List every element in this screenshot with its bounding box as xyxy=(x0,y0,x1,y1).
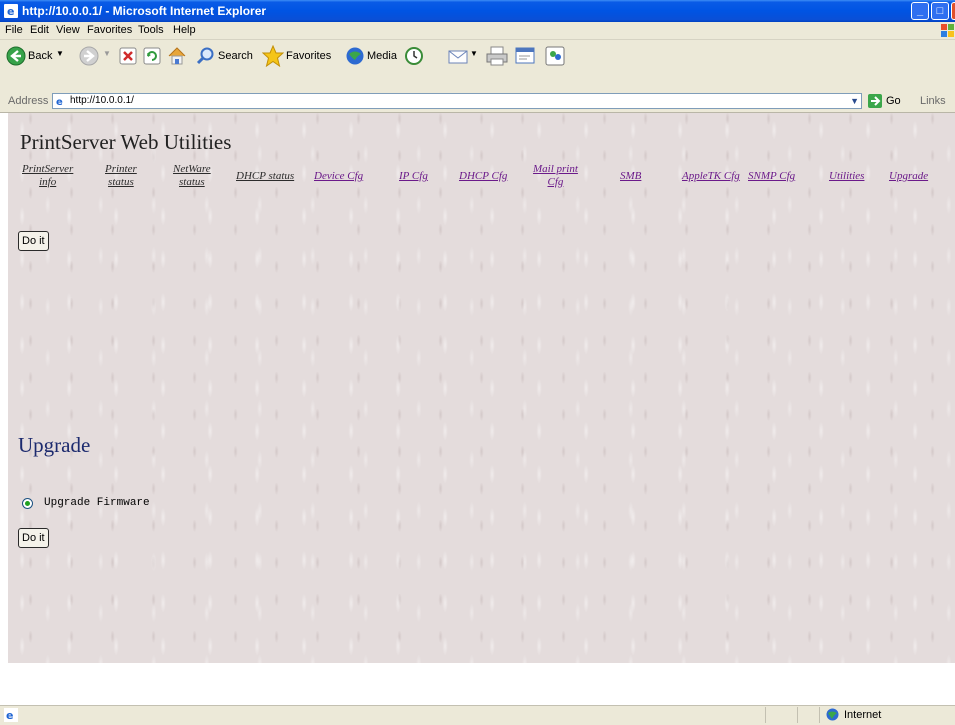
do-it-button[interactable]: Do it xyxy=(18,231,49,251)
standard-toolbar: Back ▼ ▼ Search Favorites Media ▼ xyxy=(0,40,955,93)
svg-text:e: e xyxy=(56,97,63,107)
nav-link-snmp-cfg[interactable]: SNMP Cfg xyxy=(748,170,795,183)
nav-label: IP Cfg xyxy=(399,170,428,182)
menu-edit[interactable]: Edit xyxy=(30,24,49,36)
menu-help[interactable]: Help xyxy=(173,24,196,36)
nav-label: PrintServer xyxy=(22,163,74,175)
links-label[interactable]: Links xyxy=(920,95,946,107)
nav-label: Upgrade xyxy=(889,170,929,182)
menu-favorites[interactable]: Favorites xyxy=(87,24,132,36)
print-icon[interactable] xyxy=(486,46,508,66)
status-cell xyxy=(797,707,818,723)
upgrade-heading: Upgrade xyxy=(18,433,91,457)
nav-label: Cfg xyxy=(547,176,564,188)
edit-icon[interactable] xyxy=(515,46,535,66)
address-dropdown-icon[interactable]: ▼ xyxy=(850,94,859,108)
go-arrow-icon[interactable] xyxy=(868,94,882,108)
home-icon[interactable] xyxy=(167,46,187,66)
globe-icon xyxy=(826,708,839,721)
nav-label: DHCP status xyxy=(236,170,295,182)
svg-text:e: e xyxy=(6,709,13,722)
go-button[interactable]: Go xyxy=(886,95,901,107)
nav-label: Printer xyxy=(105,163,137,175)
forward-dropdown-icon[interactable]: ▼ xyxy=(103,49,111,58)
back-dropdown-icon[interactable]: ▼ xyxy=(56,49,64,58)
nav-label: info xyxy=(39,176,57,188)
nav-link-device-cfg[interactable]: Device Cfg xyxy=(314,170,363,183)
page-title: PrintServer Web Utilities xyxy=(20,130,232,154)
address-value: http://10.0.0.1/ xyxy=(70,95,134,106)
maximize-button[interactable]: □ xyxy=(931,2,949,20)
messenger-icon[interactable] xyxy=(545,46,565,66)
refresh-icon[interactable] xyxy=(143,47,161,65)
search-button-label[interactable]: Search xyxy=(218,50,253,62)
mail-icon[interactable] xyxy=(448,46,468,66)
nav-label: SNMP Cfg xyxy=(748,170,796,182)
nav-link-dhcp-cfg[interactable]: DHCP Cfg xyxy=(459,170,507,183)
minimize-button[interactable]: _ xyxy=(911,2,929,20)
windows-flag-icon xyxy=(941,24,954,37)
page-icon: e xyxy=(55,95,67,107)
nav-label: Mail print xyxy=(533,163,578,175)
close-button[interactable] xyxy=(951,2,955,20)
address-label: Address xyxy=(8,95,49,107)
page-status-icon: e xyxy=(4,708,18,722)
zone-cell: Internet xyxy=(819,707,955,723)
address-input[interactable]: e http://10.0.0.1/ ▼ xyxy=(52,93,862,109)
media-icon[interactable] xyxy=(345,46,365,66)
page-content: PrintServer Web Utilities PrintServer in… xyxy=(8,113,955,663)
stop-icon[interactable] xyxy=(119,47,137,65)
favorites-star-icon[interactable] xyxy=(261,44,285,68)
menu-view[interactable]: View xyxy=(56,24,80,36)
nav-label: Utilities xyxy=(829,170,865,182)
nav-label: status xyxy=(108,176,134,188)
nav-link-netware-status[interactable]: NetWare status xyxy=(173,163,211,189)
nav-link-upgrade[interactable]: Upgrade xyxy=(889,170,928,183)
nav-label: AppleTK Cfg xyxy=(682,170,740,182)
upgrade-firmware-radio[interactable] xyxy=(22,498,33,509)
nav-link-utilities[interactable]: Utilities xyxy=(829,170,864,183)
nav-link-appletk-cfg[interactable]: AppleTK Cfg xyxy=(682,170,740,183)
search-icon[interactable] xyxy=(196,46,216,66)
zone-label: Internet xyxy=(844,709,882,721)
nav-link-mail-print-cfg[interactable]: Mail print Cfg xyxy=(533,163,578,189)
favorites-button-label[interactable]: Favorites xyxy=(286,50,331,62)
history-icon[interactable] xyxy=(404,46,424,66)
nav-link-ip-cfg[interactable]: IP Cfg xyxy=(399,170,428,183)
mail-dropdown-icon[interactable]: ▼ xyxy=(470,49,478,58)
svg-text:e: e xyxy=(7,5,14,18)
back-arrow-icon[interactable] xyxy=(6,46,26,66)
forward-arrow-icon[interactable] xyxy=(79,46,99,66)
do-it-upgrade-button[interactable]: Do it xyxy=(18,528,49,548)
status-bar: e Internet xyxy=(0,705,955,725)
menu-file[interactable]: File xyxy=(5,24,23,36)
content-left-margin xyxy=(0,113,8,663)
menu-bar: File Edit View Favorites Tools Help xyxy=(0,22,955,40)
menu-tools[interactable]: Tools xyxy=(138,24,164,36)
nav-label: status xyxy=(179,176,205,188)
nav-link-dhcp-status[interactable]: DHCP status xyxy=(236,170,294,183)
ie-logo-icon: e xyxy=(4,4,18,18)
window-title: http://10.0.0.1/ - Microsoft Internet Ex… xyxy=(22,4,267,18)
upgrade-firmware-label: Upgrade Firmware xyxy=(44,497,150,509)
nav-link-smb[interactable]: SMB xyxy=(620,170,641,183)
address-bar: Address e http://10.0.0.1/ ▼ Go Links xyxy=(0,92,955,113)
nav-label: NetWare xyxy=(173,163,211,175)
status-cell xyxy=(765,707,796,723)
media-button-label[interactable]: Media xyxy=(367,50,397,62)
nav-link-printer-status[interactable]: Printer status xyxy=(105,163,137,189)
back-button-label[interactable]: Back xyxy=(28,50,52,62)
nav-label: DHCP Cfg xyxy=(459,170,508,182)
nav-link-printserver-info[interactable]: PrintServer info xyxy=(22,163,73,189)
nav-label: SMB xyxy=(620,170,642,182)
nav-label: Device Cfg xyxy=(314,170,364,182)
title-bar: e http://10.0.0.1/ - Microsoft Internet … xyxy=(0,0,955,22)
